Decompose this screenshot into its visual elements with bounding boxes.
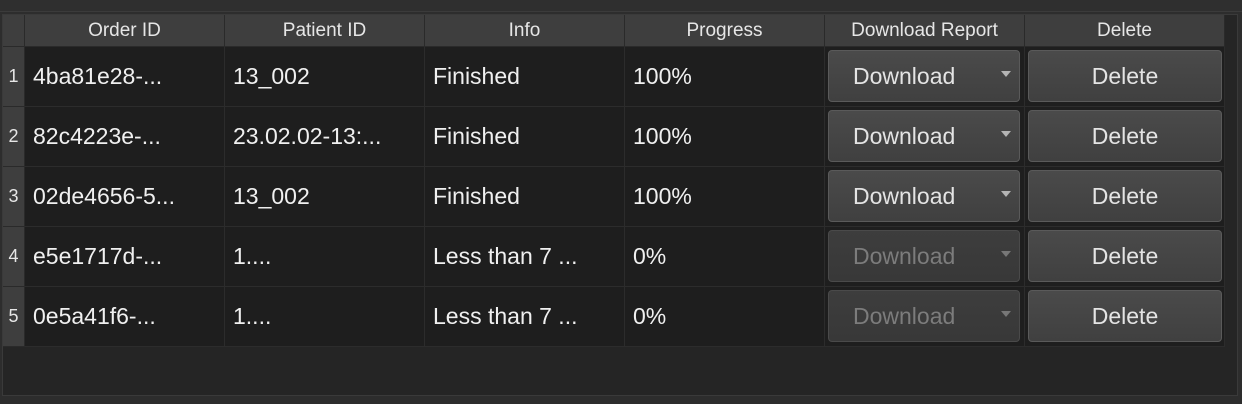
delete-button[interactable]: Delete: [1028, 50, 1222, 102]
cell-delete: Delete: [1025, 47, 1225, 107]
row-header[interactable]: 3: [3, 167, 25, 227]
cell-info[interactable]: Finished: [425, 167, 625, 227]
cell-progress[interactable]: 100%: [625, 167, 825, 227]
table-empty-area: [25, 347, 1225, 395]
download-button: Download: [828, 290, 1020, 342]
column-header-info[interactable]: Info: [425, 15, 625, 47]
cell-order-id[interactable]: e5e1717d-...: [25, 227, 225, 287]
download-button[interactable]: Download: [828, 170, 1020, 222]
top-strip: [0, 0, 1242, 12]
orders-table: Order ID Patient ID Info Progress Downlo…: [2, 14, 1238, 396]
cell-patient-id[interactable]: 13_002: [225, 167, 425, 227]
delete-button[interactable]: Delete: [1028, 230, 1222, 282]
cell-delete: Delete: [1025, 227, 1225, 287]
cell-info[interactable]: Finished: [425, 107, 625, 167]
delete-button[interactable]: Delete: [1028, 290, 1222, 342]
cell-delete: Delete: [1025, 107, 1225, 167]
cell-order-id[interactable]: 82c4223e-...: [25, 107, 225, 167]
download-button-label: Download: [853, 182, 956, 209]
cell-patient-id[interactable]: 13_002: [225, 47, 425, 107]
column-header-progress[interactable]: Progress: [625, 15, 825, 47]
cell-info[interactable]: Less than 7 ...: [425, 287, 625, 347]
row-header[interactable]: 1: [3, 47, 25, 107]
download-button-label: Download: [853, 302, 956, 329]
column-header-patient-id[interactable]: Patient ID: [225, 15, 425, 47]
chevron-down-icon[interactable]: [1001, 71, 1011, 77]
cell-download: Download: [825, 227, 1025, 287]
cell-order-id[interactable]: 0e5a41f6-...: [25, 287, 225, 347]
cell-info[interactable]: Finished: [425, 47, 625, 107]
row-header[interactable]: 4: [3, 227, 25, 287]
cell-patient-id[interactable]: 1....: [225, 287, 425, 347]
cell-download: Download: [825, 107, 1025, 167]
download-button-label: Download: [853, 62, 956, 89]
row-header[interactable]: 5: [3, 287, 25, 347]
cell-download: Download: [825, 47, 1025, 107]
cell-download: Download: [825, 287, 1025, 347]
cell-order-id[interactable]: 02de4656-5...: [25, 167, 225, 227]
chevron-down-icon: [1001, 311, 1011, 317]
download-button: Download: [828, 230, 1020, 282]
download-button[interactable]: Download: [828, 110, 1020, 162]
chevron-down-icon[interactable]: [1001, 191, 1011, 197]
cell-patient-id[interactable]: 1....: [225, 227, 425, 287]
download-button[interactable]: Download: [828, 50, 1020, 102]
cell-delete: Delete: [1025, 167, 1225, 227]
row-header[interactable]: 2: [3, 107, 25, 167]
window: Order ID Patient ID Info Progress Downlo…: [0, 0, 1242, 404]
column-header-order-id[interactable]: Order ID: [25, 15, 225, 47]
download-button-label: Download: [853, 122, 956, 149]
column-header-download-report[interactable]: Download Report: [825, 15, 1025, 47]
cell-download: Download: [825, 167, 1025, 227]
cell-patient-id[interactable]: 23.02.02-13:...: [225, 107, 425, 167]
cell-delete: Delete: [1025, 287, 1225, 347]
chevron-down-icon[interactable]: [1001, 131, 1011, 137]
cell-progress[interactable]: 0%: [625, 287, 825, 347]
cell-info[interactable]: Less than 7 ...: [425, 227, 625, 287]
cell-progress[interactable]: 100%: [625, 107, 825, 167]
delete-button[interactable]: Delete: [1028, 110, 1222, 162]
cell-order-id[interactable]: 4ba81e28-...: [25, 47, 225, 107]
column-header-delete[interactable]: Delete: [1025, 15, 1225, 47]
delete-button[interactable]: Delete: [1028, 170, 1222, 222]
download-button-label: Download: [853, 242, 956, 269]
table-corner-button[interactable]: [3, 15, 25, 47]
cell-progress[interactable]: 100%: [625, 47, 825, 107]
cell-progress[interactable]: 0%: [625, 227, 825, 287]
chevron-down-icon: [1001, 251, 1011, 257]
